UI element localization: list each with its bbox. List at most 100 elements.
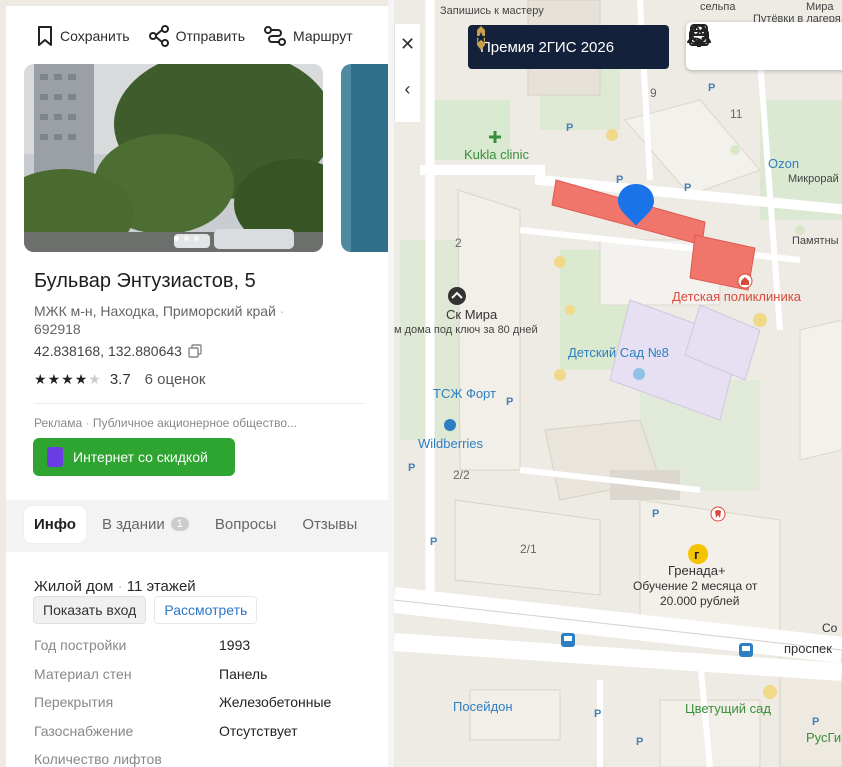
- map-poi-tszh[interactable]: ТСЖ Форт: [433, 387, 496, 401]
- star-half-icon: ★: [74, 371, 89, 387]
- parking-icon: P: [566, 122, 574, 134]
- property-row: Материал стен Панель: [34, 666, 364, 682]
- clinic-icon: [737, 273, 753, 289]
- property-row: Перекрытия Железобетонные: [34, 694, 364, 710]
- map-label: Со: [822, 621, 838, 635]
- property-value: 1993: [219, 637, 251, 653]
- card-tabs: Инфо В здании 1 Вопросы Отзывы: [24, 502, 367, 546]
- map-label: Микрорай: [788, 173, 839, 185]
- collapse-panel-icon[interactable]: ‹: [405, 79, 411, 100]
- map-poi-rusgi[interactable]: РусГи: [806, 731, 841, 745]
- close-icon[interactable]: ✕: [400, 34, 415, 55]
- property-key: Количество лифтов: [34, 751, 162, 767]
- card-actions-bar: Сохранить Отправить Маршрут: [6, 6, 394, 66]
- house-number: 2/2: [453, 468, 470, 482]
- rating-value: 3.7: [109, 371, 131, 388]
- route-icon: [264, 26, 286, 46]
- sport-icon: [448, 287, 466, 305]
- tab-label: Инфо: [34, 515, 76, 533]
- parking-icon: P: [506, 396, 514, 408]
- award-icon: [475, 26, 487, 50]
- show-entrance-button[interactable]: Показать вход: [33, 596, 147, 624]
- map-poi-kindergarten[interactable]: Детский Сад №8: [568, 346, 669, 360]
- divider: [34, 403, 364, 404]
- look-around-button[interactable]: Рассмотреть: [154, 596, 258, 624]
- save-button[interactable]: Сохранить: [36, 25, 130, 47]
- building-photo-next[interactable]: [341, 64, 394, 252]
- share-icon: [148, 25, 169, 47]
- route-button[interactable]: Маршрут: [263, 25, 353, 47]
- property-value: Отсутствует: [219, 723, 298, 739]
- ad-button-label: Интернет со скидкой: [73, 449, 208, 465]
- parking-icon: P: [636, 736, 644, 748]
- premium-label: Премия 2ГИС 2026: [480, 38, 615, 56]
- map-label: Мира: [806, 1, 834, 13]
- address-line: МЖК м-н, Находка, Приморский край: [34, 303, 276, 319]
- building-photo-image: [341, 64, 394, 252]
- dentist-icon: [710, 506, 726, 522]
- provider-logo-icon: [47, 447, 63, 467]
- rating-stars: ★ ★ ★ ★ ★: [34, 371, 102, 388]
- property-row: Количество лифтов: [34, 751, 364, 767]
- layer-shops-button[interactable]: [689, 24, 842, 66]
- property-key: Год постройки: [34, 637, 127, 653]
- map-poi-garden[interactable]: Цветущий сад: [685, 702, 771, 716]
- place-card: Сохранить Отправить Маршрут Бульвар Энту…: [6, 6, 394, 767]
- tab-label: Вопросы: [214, 515, 277, 533]
- share-label: Отправить: [175, 28, 245, 44]
- map-poi-kukla[interactable]: Kukla clinic: [464, 148, 529, 162]
- ad-caption: Реклама · Публичное акционерное общество…: [34, 416, 297, 430]
- medical-icon: [489, 131, 501, 143]
- star-icon: ★: [61, 371, 75, 387]
- building-photo-image: [24, 64, 323, 252]
- rating-count[interactable]: 6 оценок: [145, 371, 206, 388]
- tab-info[interactable]: Инфо: [24, 505, 86, 543]
- property-key: Перекрытия: [34, 694, 114, 710]
- gallery-dots: [174, 236, 199, 241]
- store-icon: [444, 419, 456, 431]
- map-poi-ozon[interactable]: Ozon: [768, 157, 799, 171]
- map-poi-grenada[interactable]: Гренада+: [668, 564, 726, 578]
- tab-reviews[interactable]: Отзывы: [292, 506, 367, 543]
- map-poi-wildberries[interactable]: Wildberries: [418, 437, 483, 451]
- parking-icon: P: [812, 716, 820, 728]
- bus-stop-icon: [561, 633, 575, 647]
- tab-questions[interactable]: Вопросы: [205, 506, 286, 543]
- layer-people-button[interactable]: [687, 26, 776, 66]
- share-button[interactable]: Отправить: [148, 25, 245, 47]
- tab-label: В здании: [101, 515, 165, 533]
- tab-count-badge: 1: [170, 517, 189, 531]
- building-photo[interactable]: [24, 64, 323, 252]
- property-key: Материал стен: [34, 666, 132, 682]
- rating-row[interactable]: ★ ★ ★ ★ ★ 3.7 6 оценок: [34, 371, 205, 388]
- card-edge: [388, 0, 394, 767]
- property-key: Газоснабжение: [34, 723, 134, 739]
- star-empty-icon: ★: [88, 371, 102, 387]
- ad-internet-button[interactable]: Интернет со скидкой: [33, 438, 235, 476]
- tab-in-building[interactable]: В здании 1: [92, 506, 199, 543]
- ad-label: Реклама: [34, 416, 83, 430]
- route-label: Маршрут: [293, 28, 353, 44]
- floors-count: 11 этажей: [126, 578, 196, 595]
- house-number: 9: [650, 86, 657, 100]
- parking-icon: P: [430, 536, 438, 548]
- map-side-controls: ✕ ‹: [394, 24, 420, 122]
- map-poi-sk-mira[interactable]: Ск Мира: [446, 308, 497, 322]
- property-row: Год постройки 1993: [34, 637, 364, 653]
- copy-icon[interactable]: [188, 344, 202, 358]
- photo-gallery[interactable]: [24, 64, 394, 252]
- ad-company: Публичное акционерное общество...: [92, 416, 297, 430]
- star-icon: ★: [34, 371, 48, 387]
- map-poi-poseidon[interactable]: Посейдон: [453, 700, 513, 714]
- place-address: МЖК м-н, Находка, Приморский край · 6929…: [34, 303, 285, 337]
- property-value: Панель: [219, 666, 268, 682]
- coordinates[interactable]: 42.838168, 132.880643: [34, 343, 202, 359]
- bus-stop-icon: [739, 643, 753, 657]
- house-summary: Жилой дом · 11 этажей: [34, 578, 196, 595]
- map-poi-polyclinic[interactable]: Детская поликлиника: [672, 290, 801, 304]
- tab-label: Отзывы: [302, 515, 358, 533]
- layer-transport-button[interactable]: [690, 24, 816, 66]
- location-pin-icon[interactable]: [616, 182, 656, 228]
- house-type: Жилой дом: [34, 578, 114, 595]
- premium-2gis-button[interactable]: Премия 2ГИС 2026: [468, 25, 669, 69]
